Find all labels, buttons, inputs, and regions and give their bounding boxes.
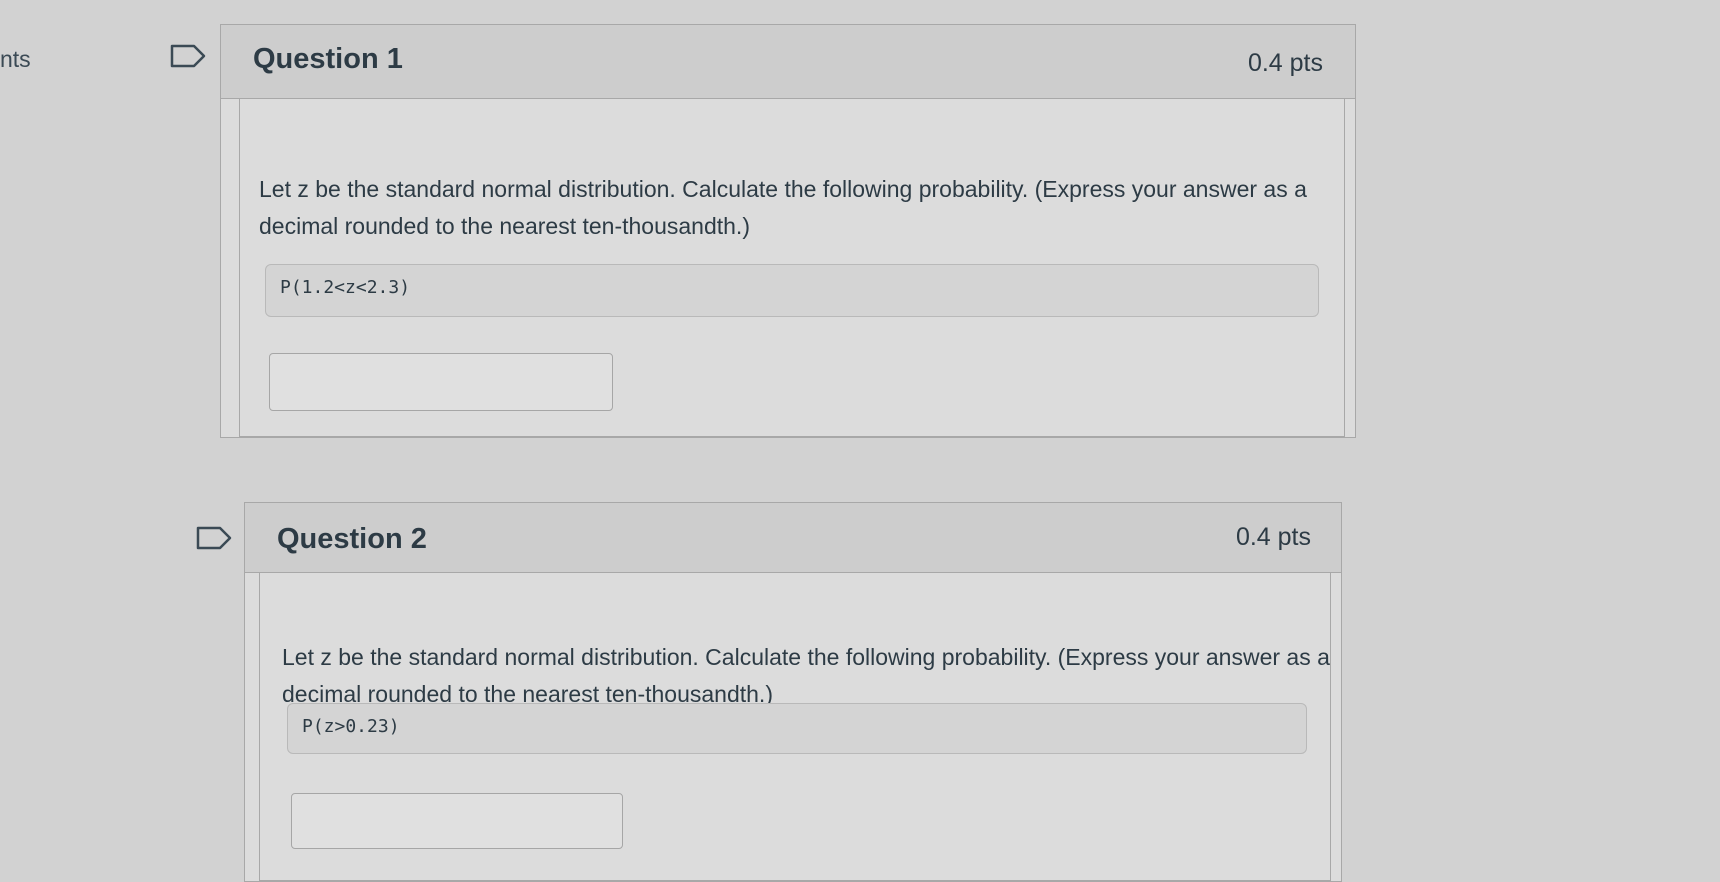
question-header-2: Question 2 0.4 pts <box>245 503 1341 573</box>
question-body-2: Let z be the standard normal distributio… <box>259 573 1331 881</box>
formula-box: P(z>0.23) <box>287 703 1307 754</box>
question-card-1: Question 1 0.4 pts Let z be the standard… <box>220 24 1356 438</box>
question-title: Question 2 <box>277 523 427 555</box>
question-title: Question 1 <box>253 43 403 75</box>
question-header-1: Question 1 0.4 pts <box>221 25 1355 99</box>
sidebar-nav-fragment[interactable]: nts <box>0 46 31 73</box>
flag-question-1-icon[interactable] <box>170 44 206 68</box>
answer-input[interactable] <box>291 793 623 849</box>
question-card-2: Question 2 0.4 pts Let z be the standard… <box>244 502 1342 882</box>
answer-input[interactable] <box>269 353 613 411</box>
formula-text: P(z>0.23) <box>302 716 400 737</box>
formula-text: P(1.2<z<2.3) <box>280 277 411 298</box>
question-text: Let z be the standard normal distributio… <box>259 176 1307 239</box>
question-body-1: Let z be the standard normal distributio… <box>239 99 1345 437</box>
question-points: 0.4 pts <box>1247 49 1323 77</box>
question-text: Let z be the standard normal distributio… <box>282 644 1330 707</box>
question-points: 0.4 pts <box>1235 523 1311 551</box>
flag-question-2-icon[interactable] <box>196 526 232 550</box>
formula-box: P(1.2<z<2.3) <box>265 264 1319 317</box>
